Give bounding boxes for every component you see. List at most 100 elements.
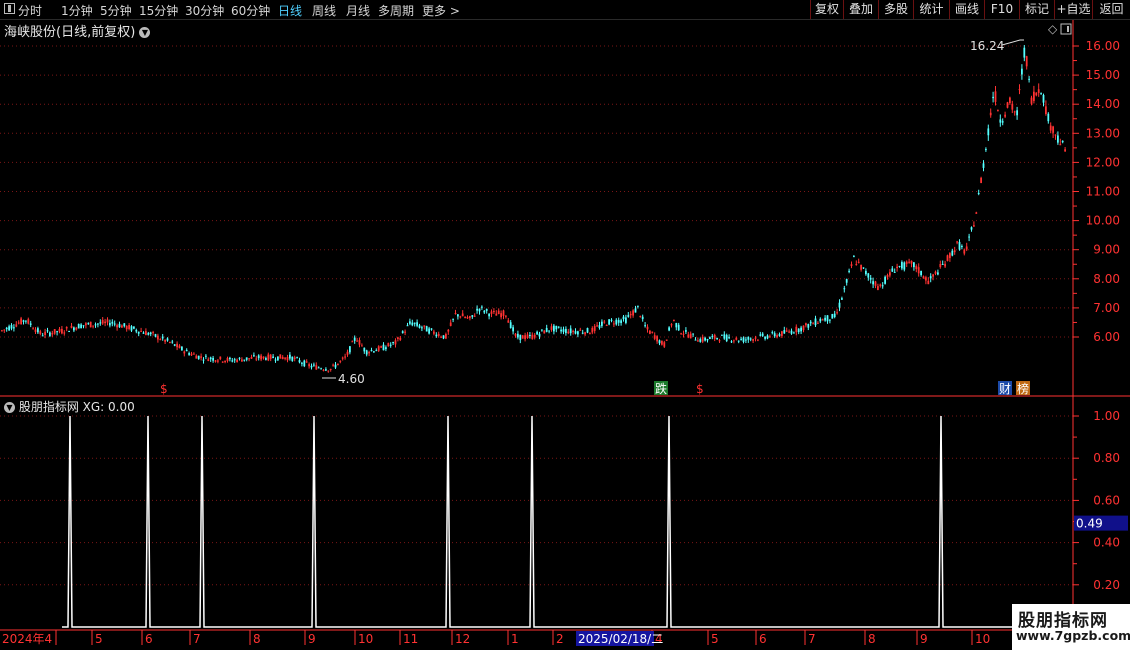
- candle-body: [195, 355, 198, 359]
- toolbar-button-3[interactable]: 统计: [913, 0, 949, 19]
- candle-body: [440, 336, 442, 338]
- candle-body: [27, 319, 30, 324]
- candle-body: [286, 356, 289, 361]
- chevron-down-icon[interactable]: ▼: [139, 27, 151, 38]
- toolbar-button-7[interactable]: +自选: [1054, 0, 1092, 19]
- candle-body: [1018, 89, 1021, 91]
- candle-body: [322, 369, 325, 371]
- candle-body: [1016, 110, 1018, 116]
- period-tab-7[interactable]: 周线: [312, 2, 336, 19]
- period-tab-8[interactable]: 月线: [346, 2, 370, 19]
- candle-body: [171, 341, 174, 343]
- candle-body: [454, 313, 457, 315]
- period-tab-9[interactable]: 多周期: [378, 2, 414, 19]
- diamond-icon[interactable]: ◇: [1048, 22, 1058, 36]
- candle-body: [641, 316, 644, 320]
- candle-body: [639, 315, 642, 317]
- candle-body: [209, 357, 212, 360]
- candle-body: [1049, 125, 1052, 131]
- candle-body: [109, 322, 111, 326]
- candle-body: [473, 315, 476, 317]
- candle-body: [809, 321, 812, 324]
- candle-body: [392, 342, 394, 344]
- toolbar-button-6[interactable]: 标记: [1019, 0, 1054, 19]
- toolbar-button-0[interactable]: 复权: [810, 0, 843, 19]
- toolbar-button-8[interactable]: 返回: [1092, 0, 1130, 19]
- candle-body: [879, 284, 882, 286]
- event-marker-0[interactable]: $: [160, 382, 168, 396]
- time-label-2: 6: [145, 632, 153, 646]
- period-tab-5[interactable]: 60分钟: [231, 2, 270, 19]
- candle-body: [735, 337, 738, 340]
- toolbar-button-1[interactable]: 叠加: [843, 0, 878, 19]
- candle-body: [152, 332, 154, 334]
- candle-body: [128, 324, 130, 330]
- candle-body: [293, 357, 296, 359]
- candle-body: [94, 324, 97, 326]
- candle-body: [3, 329, 6, 331]
- candle-body: [8, 326, 10, 331]
- candle-body: [610, 319, 613, 321]
- collapse-icon[interactable]: ▼: [4, 402, 15, 413]
- period-tab-6[interactable]: 日线: [278, 2, 302, 19]
- candle-body: [181, 346, 183, 351]
- panel-toggle-icon[interactable]: [1060, 23, 1072, 35]
- candle-body: [783, 330, 786, 334]
- candle-body: [478, 308, 481, 312]
- toolbar-button-2[interactable]: 多股: [878, 0, 913, 19]
- event-marker-1[interactable]: 跌: [655, 381, 667, 396]
- time-label-5: 9: [308, 632, 316, 646]
- candle-body: [749, 338, 752, 340]
- candle-body: [373, 351, 375, 353]
- candle-body: [519, 334, 522, 341]
- event-marker-4[interactable]: 榜: [1017, 381, 1029, 396]
- candle-body: [773, 333, 776, 337]
- panel-toggle-icon[interactable]: [4, 3, 15, 14]
- event-marker-2[interactable]: $: [696, 382, 704, 396]
- candle-body: [922, 276, 925, 279]
- period-tab-4[interactable]: 30分钟: [185, 2, 224, 19]
- toolbar-button-4[interactable]: 画线: [949, 0, 984, 19]
- period-tab-3[interactable]: 15分钟: [139, 2, 178, 19]
- candle-body: [565, 328, 567, 334]
- candle-body: [601, 321, 603, 326]
- candle-body: [653, 335, 656, 339]
- candle-body: [130, 326, 133, 331]
- toolbar-button-5[interactable]: F10: [984, 0, 1019, 19]
- period-tab-1[interactable]: 1分钟: [61, 2, 93, 19]
- candle-body: [413, 322, 416, 324]
- candle-body: [301, 362, 303, 364]
- candle-body: [557, 326, 560, 328]
- candle-body: [404, 331, 406, 333]
- event-marker-3[interactable]: 财: [999, 382, 1011, 396]
- candle-body: [533, 334, 536, 338]
- candle-body: [658, 340, 661, 344]
- watermark-url: www.7gpzb.com: [1016, 628, 1130, 643]
- candle-body: [622, 316, 625, 320]
- candle-body: [836, 312, 838, 314]
- candle-body: [577, 331, 579, 335]
- candle-body: [925, 277, 927, 281]
- candle-body: [87, 323, 90, 325]
- candle-body: [524, 335, 526, 340]
- candle-body: [507, 320, 510, 323]
- candle-body: [255, 358, 258, 360]
- candle-body: [721, 334, 723, 336]
- period-tab-0[interactable]: 分时: [18, 2, 42, 19]
- candle-body: [608, 319, 610, 325]
- candle-body: [802, 325, 805, 331]
- candle-body: [97, 323, 99, 325]
- candle-body: [248, 358, 250, 360]
- candle-body: [769, 336, 771, 338]
- candle-body: [1030, 97, 1033, 104]
- time-label-13: 6: [759, 632, 767, 646]
- period-tab-2[interactable]: 5分钟: [100, 2, 132, 19]
- candle-body: [1025, 56, 1028, 67]
- candle-body: [917, 267, 920, 274]
- candle-body: [365, 350, 368, 355]
- period-tab-10[interactable]: 更多 >: [422, 2, 460, 19]
- candle-body: [22, 320, 25, 322]
- candle-body: [757, 339, 759, 341]
- candle-body: [53, 329, 56, 334]
- candle-body: [929, 276, 932, 279]
